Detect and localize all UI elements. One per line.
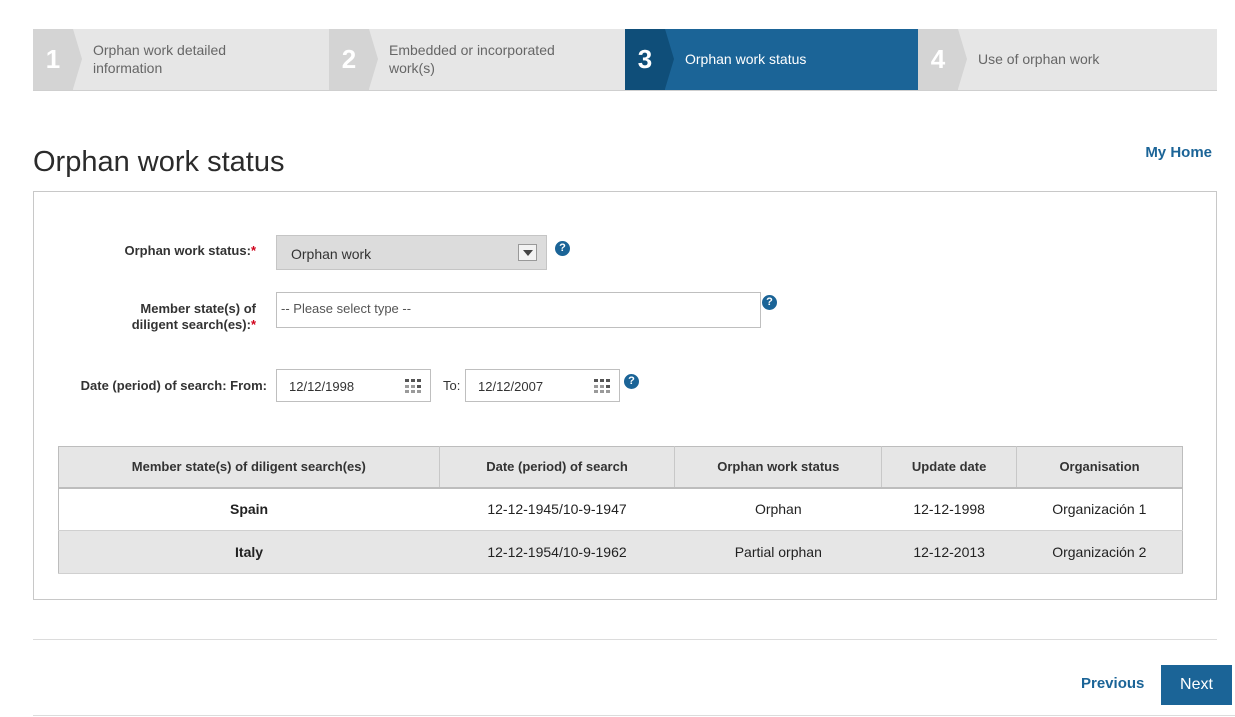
- calendar-icon[interactable]: [405, 379, 422, 394]
- my-home-link[interactable]: My Home: [1145, 144, 1212, 161]
- step-arrow: [665, 29, 674, 89]
- status-field-label: Orphan work status:*: [64, 243, 256, 259]
- cell-date-period: 12-12-1954/10-9-1962: [439, 530, 675, 574]
- cell-organisation: Organización 2: [1016, 530, 1183, 574]
- previous-link[interactable]: Previous: [1081, 675, 1144, 692]
- step-label: Embedded or incorporated work(s): [389, 42, 555, 76]
- table-row[interactable]: Spain 12-12-1945/10-9-1947 Orphan 12-12-…: [58, 487, 1183, 531]
- form-panel: Orphan work status:* Orphan work ? Membe…: [33, 191, 1217, 600]
- footer-divider: [33, 639, 1217, 640]
- cell-organisation: Organización 1: [1016, 487, 1183, 531]
- next-button[interactable]: Next: [1161, 665, 1232, 705]
- member-states-field-label: Member state(s) of diligent search(es):*: [64, 301, 256, 333]
- chevron-down-icon[interactable]: [518, 244, 537, 261]
- member-states-label-line2: diligent search(es):: [131, 317, 251, 332]
- member-states-input[interactable]: -- Please select type --: [276, 292, 761, 328]
- step-number: 2: [329, 29, 369, 90]
- column-header-organisation: Organisation: [1016, 446, 1183, 489]
- table-header-row: Member state(s) of diligent search(es) D…: [58, 446, 1183, 489]
- bottom-divider: [33, 715, 1235, 716]
- date-from-input[interactable]: 12/12/1998: [276, 369, 431, 402]
- table-row[interactable]: Italy 12-12-1954/10-9-1962 Partial orpha…: [58, 530, 1183, 574]
- column-header-status: Orphan work status: [674, 446, 883, 489]
- date-to-input[interactable]: 12/12/2007: [465, 369, 620, 402]
- step-number: 4: [918, 29, 958, 90]
- wizard-step-2[interactable]: 2 Embedded or incorporated work(s): [329, 29, 625, 90]
- required-marker: *: [250, 243, 256, 258]
- cell-update-date: 12-12-2013: [881, 530, 1017, 574]
- step-number: 3: [625, 29, 665, 90]
- date-from-value: 12/12/1998: [289, 379, 355, 394]
- page-title: Orphan work status: [33, 146, 285, 178]
- wizard-step-4[interactable]: 4 Use of orphan work: [918, 29, 1217, 90]
- help-icon[interactable]: ?: [624, 374, 639, 389]
- cell-date-period: 12-12-1945/10-9-1947: [439, 487, 675, 531]
- column-header-update-date: Update date: [881, 446, 1018, 489]
- status-label-text: Orphan work status:: [124, 243, 251, 258]
- required-marker: *: [250, 317, 256, 332]
- calendar-icon[interactable]: [594, 379, 611, 394]
- step-arrow: [369, 29, 378, 89]
- wizard-steps: 1 Orphan work detailed information 2 Emb…: [33, 29, 1217, 91]
- column-header-member-states: Member state(s) of diligent search(es): [58, 446, 440, 489]
- cell-member-state: Italy: [58, 530, 440, 574]
- help-icon[interactable]: ?: [762, 295, 777, 310]
- status-select-value: Orphan work: [291, 246, 372, 262]
- step-label: Orphan work status: [685, 51, 807, 67]
- wizard-step-3[interactable]: 3 Orphan work status: [625, 29, 918, 90]
- step-arrow: [958, 29, 967, 89]
- cell-update-date: 12-12-1998: [881, 487, 1017, 531]
- search-results-table: Member state(s) of diligent search(es) D…: [58, 446, 1183, 574]
- cell-member-state: Spain: [58, 487, 440, 531]
- status-select[interactable]: Orphan work: [276, 235, 547, 270]
- cell-status: Partial orphan: [674, 530, 882, 574]
- step-arrow: [73, 29, 82, 89]
- wizard-step-1[interactable]: 1 Orphan work detailed information: [33, 29, 324, 90]
- date-field-label: Date (period) of search: From:: [80, 378, 267, 393]
- help-icon[interactable]: ?: [555, 241, 570, 256]
- column-header-date: Date (period) of search: [439, 446, 676, 489]
- date-to-label: To:: [443, 378, 461, 393]
- step-number: 1: [33, 29, 73, 90]
- step-label: Orphan work detailed information: [93, 42, 227, 76]
- member-states-label-line1: Member state(s) of: [140, 301, 256, 316]
- step-label: Use of orphan work: [978, 51, 1100, 67]
- cell-status: Orphan: [674, 487, 882, 531]
- date-to-value: 12/12/2007: [478, 379, 544, 394]
